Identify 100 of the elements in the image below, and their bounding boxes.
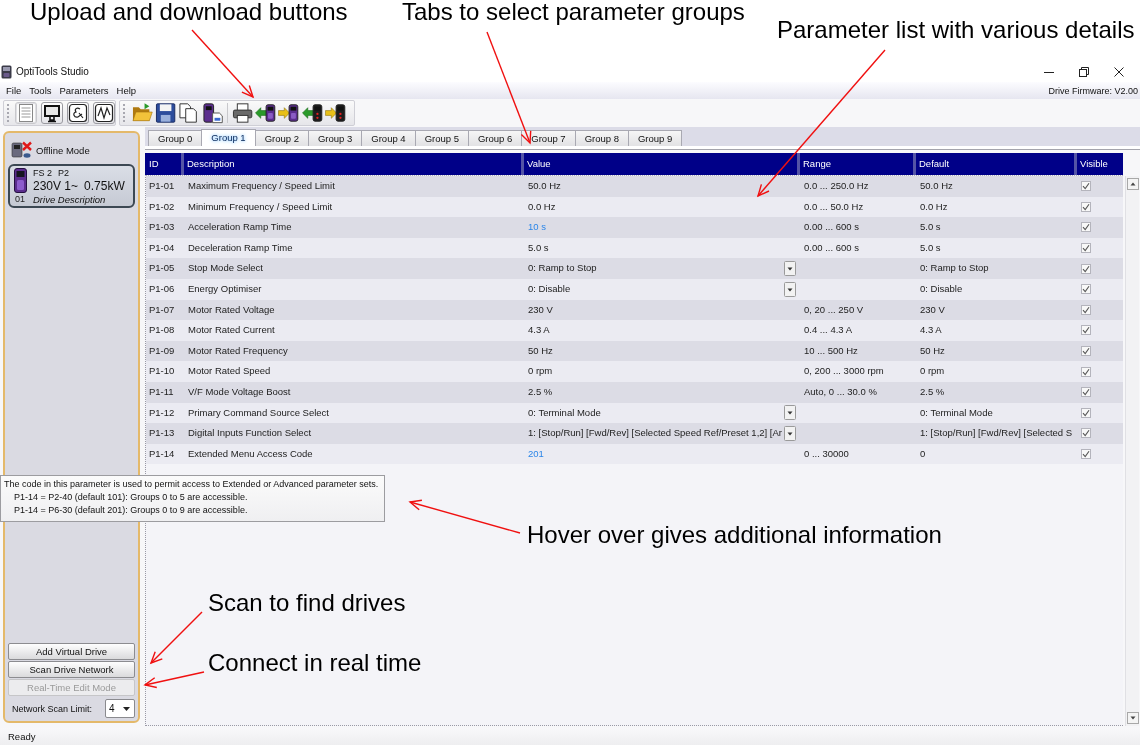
table-cell-text: Stop Mode Select <box>187 261 264 276</box>
left-arrow-keypad-icon[interactable] <box>301 102 323 124</box>
drive-file-icon[interactable] <box>201 102 223 124</box>
action-button[interactable]: Add Virtual Drive <box>8 643 135 660</box>
table-cell-text: 0 ... 30000 <box>803 446 850 461</box>
table-cell-text: Deceleration Ramp Time <box>187 240 294 255</box>
table-cell-text: 0 rpm <box>919 364 946 379</box>
tick-icon <box>1082 244 1090 253</box>
checkbox[interactable] <box>1081 222 1091 233</box>
table-cell-text: 10 s <box>527 220 547 235</box>
right-arrow-drive-icon[interactable] <box>278 102 300 124</box>
left-arrow-drive-icon[interactable] <box>255 102 277 124</box>
drive-icon <box>13 168 27 193</box>
scan-limit-dropdown[interactable]: 4 <box>105 699 135 718</box>
dropdown-field[interactable]: 1: [Stop/Run] [Fwd/Rev] [Selected Speed Ref/Preset 1,2] [Ar <box>522 423 798 444</box>
checkbox[interactable] <box>1081 449 1091 459</box>
table-cell-text: Acceleration Ramp Time <box>187 220 293 235</box>
checkbox[interactable] <box>1081 346 1091 357</box>
close-icon[interactable] <box>1114 66 1124 77</box>
checkbox[interactable] <box>1081 263 1091 274</box>
checkbox[interactable] <box>1081 243 1091 254</box>
checkbox[interactable] <box>1081 284 1091 295</box>
table-cell-text: 5.0 s <box>527 240 550 255</box>
drive-card[interactable]: 01 FS 2 P2 230V 1~ 0.75kW Drive Description <box>8 164 135 208</box>
table-cell-text: 50 Hz <box>527 343 554 358</box>
checkbox[interactable] <box>1081 181 1091 192</box>
tab[interactable]: Group 0 <box>148 130 203 146</box>
table-cell-text: P1-12 <box>148 405 176 420</box>
tick-icon <box>1082 429 1090 438</box>
column-header: ID <box>148 157 160 171</box>
printer-icon[interactable] <box>231 102 254 124</box>
table-cell-text: Digital Inputs Function Select <box>187 426 313 441</box>
annotation-text: Parameter list with various details <box>777 17 1135 43</box>
tab[interactable]: Group 7 <box>521 130 576 146</box>
table-cell-text: P1-08 <box>148 323 176 338</box>
view-button[interactable] <box>67 102 89 124</box>
checkbox[interactable] <box>1081 325 1091 336</box>
table-cell-text: Minimum Frequency / Speed Limit <box>187 199 334 214</box>
tab[interactable]: Group 2 <box>254 130 309 146</box>
tooltip-text: The code in this parameter is used to permit access to Extended or Advanced parameter sets. <box>4 478 379 491</box>
drive-model-text: P2 <box>58 168 70 179</box>
menu-item[interactable]: Tools <box>29 85 52 96</box>
restore-icon[interactable] <box>1079 66 1089 77</box>
tab[interactable]: Group 3 <box>308 130 363 146</box>
table-cell-text: Motor Rated Current <box>187 323 276 338</box>
menu-item[interactable]: File <box>6 85 22 96</box>
firmware-label: Drive Firmware: V2.00 <box>1048 85 1138 96</box>
right-arrow-keypad-icon[interactable] <box>324 102 346 124</box>
annotation-arrow <box>191 29 255 99</box>
tab[interactable]: Group 4 <box>361 130 416 146</box>
table-cell-text: 5.0 s <box>919 240 942 255</box>
menu-item[interactable]: Help <box>116 85 137 96</box>
caret-up-icon[interactable] <box>1126 178 1139 190</box>
table-cell-text: Extended Menu Access Code <box>187 446 314 461</box>
tick-icon <box>1082 285 1090 294</box>
table-cell-text: P1-07 <box>148 302 176 317</box>
drive-rating-text: 230V 1~ <box>33 179 79 193</box>
table-cell-text: 2.5 % <box>527 384 554 399</box>
drive-rating-text: 0.75kW <box>84 179 125 193</box>
tab[interactable]: Group 8 <box>574 130 629 146</box>
copy-icon[interactable] <box>178 102 200 124</box>
action-button[interactable]: Scan Drive Network <box>8 661 135 678</box>
tick-icon <box>1082 450 1090 458</box>
view-button[interactable] <box>93 102 115 124</box>
save-icon[interactable] <box>155 102 177 124</box>
tick-icon <box>1082 182 1090 191</box>
document-icon <box>16 103 36 123</box>
window-title: OptiTools Studio <box>16 66 89 77</box>
tab[interactable]: Group 1 <box>201 129 256 146</box>
dropdown-field[interactable]: 0: Disable <box>522 278 798 300</box>
checkbox[interactable] <box>1081 201 1091 212</box>
menu-item[interactable]: Parameters <box>59 85 109 96</box>
table-cell-text: P1-01 <box>148 179 176 193</box>
checkbox[interactable] <box>1081 407 1091 418</box>
tab[interactable]: Group 5 <box>414 130 469 146</box>
table-cell-text: 0.00 ... 600 s <box>803 240 860 255</box>
table-cell-text: P1-02 <box>148 199 176 214</box>
folder-icon[interactable] <box>131 102 154 124</box>
drive-description: Drive Description <box>33 194 107 205</box>
annotation-text: Hover over gives additional information <box>527 522 942 548</box>
table-cell-text: 0 rpm <box>527 364 554 379</box>
tab[interactable]: Group 6 <box>467 130 523 146</box>
checkbox[interactable] <box>1081 428 1091 439</box>
scrollbar[interactable] <box>1125 176 1139 726</box>
tick-icon <box>1082 223 1090 232</box>
table-cell-text: P1-04 <box>148 240 176 255</box>
table-cell-text: Motor Rated Speed <box>187 364 272 379</box>
table-cell-text: 201 <box>527 446 545 461</box>
view-button[interactable] <box>41 102 63 124</box>
table-cell-text: P1-14 <box>148 446 176 461</box>
dropdown-field[interactable]: 0: Ramp to Stop <box>522 258 798 279</box>
table-cell-text: 0.4 ... 4.3 A <box>803 323 854 338</box>
annotation-text: Connect in real time <box>208 650 422 676</box>
checkbox[interactable] <box>1081 387 1091 398</box>
dropdown-field[interactable]: 0: Terminal Mode <box>522 402 798 424</box>
table-cell-text: 50.0 Hz <box>527 179 562 193</box>
caret-down-icon[interactable] <box>1126 712 1139 724</box>
tab[interactable]: Group 9 <box>627 130 683 146</box>
checkbox[interactable] <box>1081 366 1091 377</box>
checkbox[interactable] <box>1081 304 1091 315</box>
